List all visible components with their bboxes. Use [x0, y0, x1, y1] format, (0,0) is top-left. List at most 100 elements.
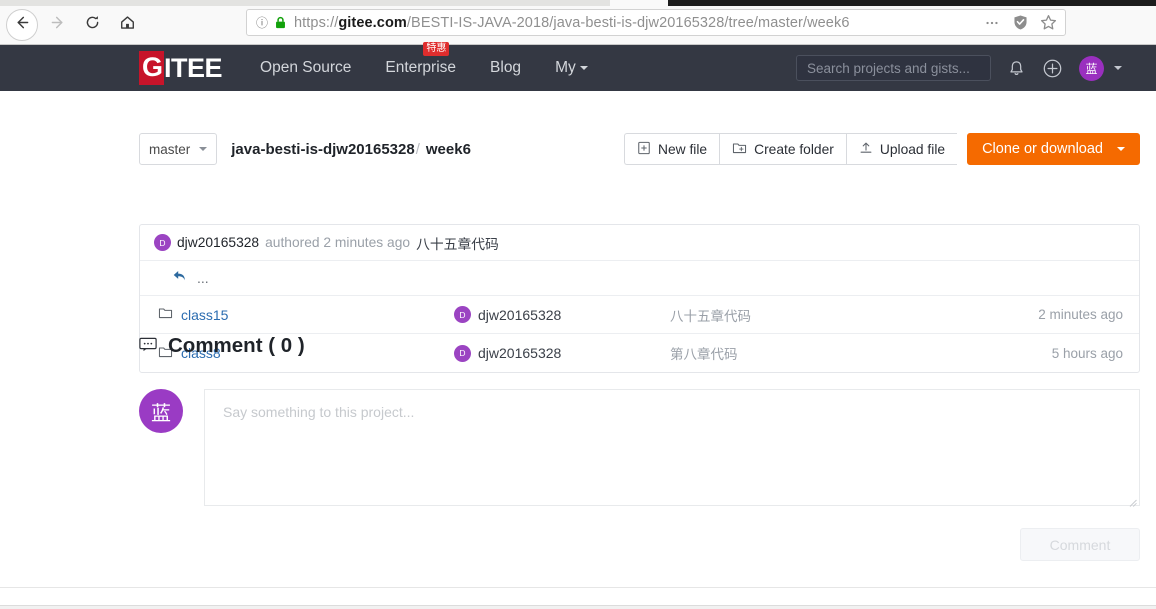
- comment-bubble-icon: [139, 334, 157, 358]
- browser-nav-buttons: [0, 6, 143, 44]
- repo-toolbar: master java-besti-is-djw20165328 / week6…: [139, 133, 1140, 165]
- comment-actions: Comment: [139, 528, 1140, 561]
- file-commit-message[interactable]: 八十五章代码: [670, 305, 969, 325]
- toolbar-actions: New file Create folder Upload file Clone…: [624, 133, 1140, 165]
- reload-button[interactable]: [76, 9, 108, 41]
- chevron-down-icon: [1117, 147, 1125, 151]
- back-reply-arrow-icon: [172, 269, 187, 288]
- avatar: 蓝: [1079, 55, 1104, 81]
- new-file-icon: [637, 141, 651, 158]
- comment-submit-button[interactable]: Comment: [1020, 528, 1140, 561]
- commit-author[interactable]: djw20165328: [177, 235, 259, 250]
- nav-link-label: Open Source: [260, 59, 352, 76]
- nav-link-label: Enterprise: [385, 59, 457, 76]
- commit-message[interactable]: 八十五章代码: [416, 233, 499, 253]
- ellipsis-icon[interactable]: [979, 11, 1005, 35]
- url-prefix: https://: [294, 14, 339, 31]
- create-folder-icon: [732, 141, 747, 158]
- chevron-down-icon: [1114, 66, 1122, 70]
- upload-file-button[interactable]: Upload file: [845, 133, 958, 165]
- nav-link-my[interactable]: My: [555, 59, 588, 77]
- parent-directory-label: ...: [197, 270, 209, 286]
- gitee-logo[interactable]: G ITEE: [139, 45, 223, 91]
- commit-meta: authored 2 minutes ago: [265, 235, 411, 250]
- tab-strip-background: [668, 0, 1156, 6]
- comment-section-title: Comment ( 0 ): [139, 334, 1140, 358]
- forward-button[interactable]: [41, 9, 73, 41]
- upload-file-label: Upload file: [879, 141, 946, 157]
- forward-arrow-icon: [49, 14, 66, 36]
- active-tab[interactable]: [610, 0, 668, 6]
- avatar: 蓝: [139, 389, 183, 433]
- nav-link-blog[interactable]: Blog: [490, 59, 521, 77]
- top-nav-links: Open Source Enterprise 特惠 Blog My: [260, 42, 588, 77]
- nav-link-open-source[interactable]: Open Source: [260, 59, 351, 77]
- reload-icon: [84, 14, 101, 36]
- folder-icon: [158, 306, 173, 323]
- clone-label: Clone or download: [982, 141, 1103, 157]
- comment-placeholder: Say something to this project...: [223, 404, 415, 420]
- taskbar-peek: [0, 605, 1156, 609]
- browser-chrome: ⓘ https://gitee.com/BESTI-IS-JAVA-2018/j…: [0, 0, 1156, 45]
- nav-link-enterprise[interactable]: Enterprise 特惠: [385, 42, 457, 77]
- url-host: gitee.com: [338, 14, 407, 31]
- star-icon[interactable]: [1035, 11, 1061, 35]
- file-name[interactable]: class15: [181, 307, 228, 323]
- avatar: D: [454, 306, 471, 323]
- chevron-down-icon: [579, 65, 588, 70]
- url-path: /BESTI-IS-JAVA-2018/java-besti-is-djw201…: [406, 14, 850, 31]
- upload-icon: [859, 141, 873, 158]
- plus-circle-icon[interactable]: [1042, 58, 1063, 79]
- user-menu[interactable]: 蓝: [1079, 55, 1122, 81]
- create-folder-button[interactable]: Create folder: [719, 133, 846, 165]
- shield-icon[interactable]: [1007, 11, 1033, 35]
- breadcrumb-folder: week6: [425, 140, 471, 158]
- home-button[interactable]: [111, 9, 143, 41]
- clone-or-download-button[interactable]: Clone or download: [967, 133, 1140, 165]
- parent-directory-row[interactable]: ...: [140, 261, 1139, 296]
- bell-icon[interactable]: [1007, 59, 1026, 78]
- back-arrow-icon: [14, 14, 31, 36]
- nav-link-label: Blog: [490, 59, 522, 76]
- new-file-button[interactable]: New file: [624, 133, 720, 165]
- breadcrumb-separator: /: [415, 140, 420, 158]
- resize-grip-icon[interactable]: [1128, 494, 1137, 507]
- file-author-cell: D djw20165328: [440, 306, 670, 323]
- page-content: master java-besti-is-djw20165328 / week6…: [0, 91, 1156, 609]
- url-text: https://gitee.com/BESTI-IS-JAVA-2018/jav…: [294, 15, 850, 31]
- page-info-icon[interactable]: ⓘ: [253, 14, 271, 31]
- breadcrumb: java-besti-is-djw20165328 / week6: [231, 133, 471, 165]
- gitee-top-nav: G ITEE Open Source Enterprise 特惠 Blog My …: [0, 42, 1156, 91]
- chevron-down-icon: [199, 147, 208, 151]
- branch-selector[interactable]: master: [139, 133, 218, 165]
- gitee-logo-text: ITEE: [164, 52, 223, 83]
- address-bar-actions: [979, 10, 1061, 35]
- comment-input[interactable]: Say something to this project...: [204, 389, 1140, 507]
- comment-count-label: Comment ( 0 ): [168, 334, 305, 357]
- address-bar[interactable]: ⓘ https://gitee.com/BESTI-IS-JAVA-2018/j…: [246, 9, 1066, 36]
- back-button[interactable]: [6, 9, 38, 41]
- tab-strip: [0, 0, 1156, 6]
- breadcrumb-repo[interactable]: java-besti-is-djw20165328: [231, 141, 414, 158]
- file-author[interactable]: djw20165328: [478, 307, 561, 323]
- nav-link-label: My: [555, 59, 576, 76]
- table-row[interactable]: class15 D djw20165328 八十五章代码 2 minutes a…: [140, 296, 1139, 334]
- gitee-logo-g: G: [139, 51, 165, 85]
- comment-section: Comment ( 0 ) 蓝 Say something to this pr…: [139, 334, 1140, 561]
- home-icon: [119, 14, 136, 36]
- new-file-label: New file: [658, 141, 708, 157]
- avatar: D: [154, 234, 171, 251]
- comment-composer: 蓝 Say something to this project...: [139, 389, 1140, 507]
- search-placeholder: Search projects and gists...: [807, 60, 970, 76]
- file-commit-time: 2 minutes ago: [1038, 307, 1123, 322]
- promo-badge: 特惠: [423, 42, 450, 56]
- lock-icon: [273, 16, 287, 30]
- page-bottom-strip: [0, 587, 1156, 609]
- top-nav-right: Search projects and gists... 蓝: [796, 55, 1122, 81]
- search-input[interactable]: Search projects and gists...: [796, 55, 991, 81]
- branch-label: master: [149, 141, 191, 157]
- file-name-cell: class15: [140, 306, 440, 323]
- comment-submit-label: Comment: [1049, 536, 1111, 553]
- create-folder-label: Create folder: [754, 141, 834, 157]
- latest-commit-row: D djw20165328 authored 2 minutes ago 八十五…: [140, 225, 1139, 261]
